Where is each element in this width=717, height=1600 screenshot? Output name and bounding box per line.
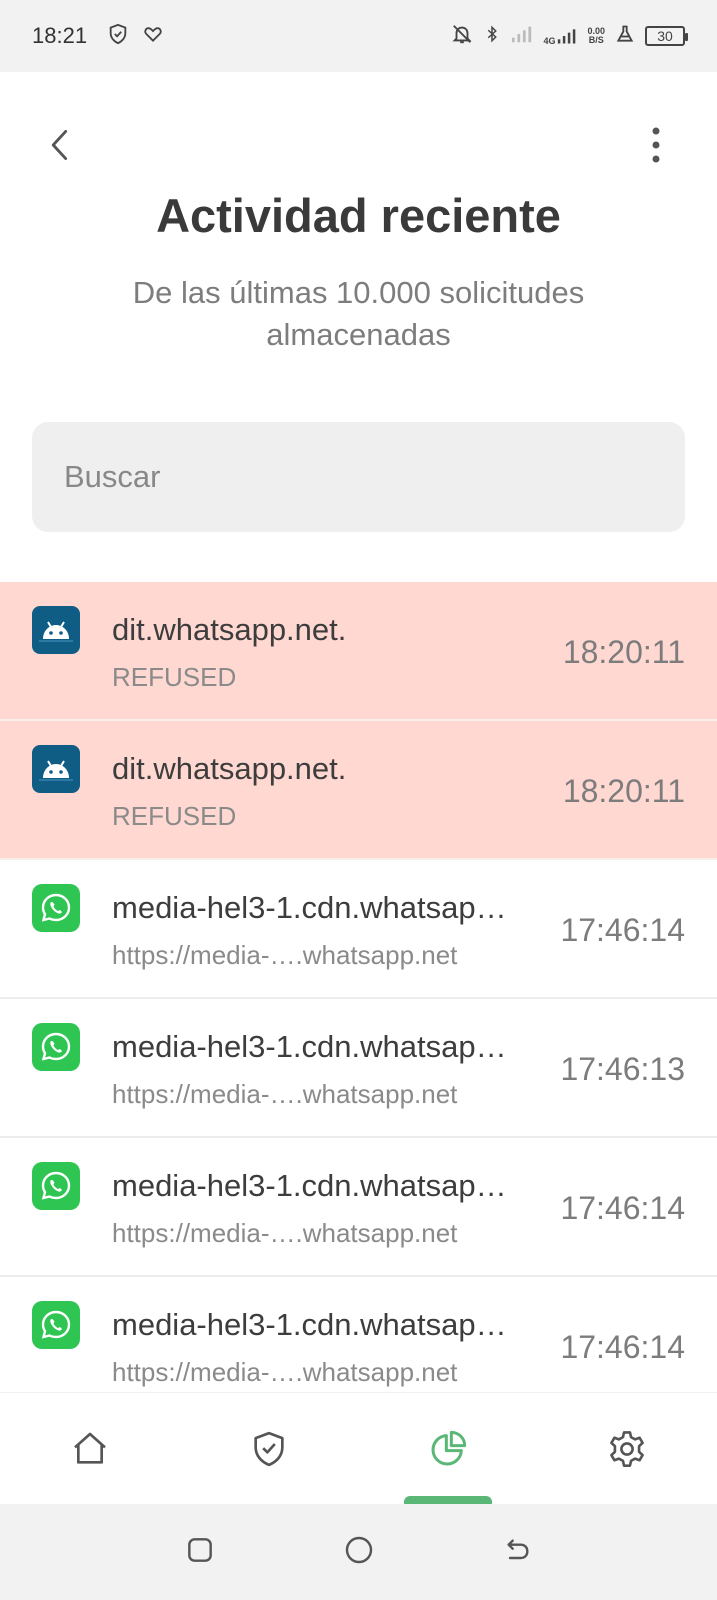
home-icon xyxy=(73,1432,106,1464)
request-url: https://media-….whatsapp.net xyxy=(112,1218,458,1248)
request-time: 18:20:11 xyxy=(562,773,685,809)
bell-off-icon xyxy=(451,23,473,50)
nav-home[interactable] xyxy=(0,1393,179,1504)
request-domain: dit.whatsapp.net. xyxy=(112,751,347,786)
activity-list: dit.whatsapp.net. REFUSED 18:20:11 dit.w… xyxy=(0,582,717,1392)
search-input[interactable] xyxy=(32,422,685,532)
android-icon xyxy=(32,606,80,654)
signal-empty-icon xyxy=(511,24,533,49)
network-speed: 0.00 B/S xyxy=(587,27,605,45)
back-button[interactable] xyxy=(40,125,80,165)
more-vertical-icon xyxy=(652,127,660,163)
list-item[interactable]: dit.whatsapp.net. REFUSED 18:20:11 xyxy=(0,721,717,860)
whatsapp-icon xyxy=(32,1301,80,1349)
nav-protection[interactable] xyxy=(179,1393,358,1504)
list-item[interactable]: media-hel3-1.cdn.whatsapp.net https://me… xyxy=(0,1138,717,1277)
network-type: 4G xyxy=(543,36,556,46)
square-icon xyxy=(187,1537,212,1562)
more-options-button[interactable] xyxy=(641,125,671,165)
home-system-button[interactable] xyxy=(343,1534,375,1571)
flask-icon xyxy=(615,24,635,49)
request-domain: media-hel3-1.cdn.whatsapp.net xyxy=(112,1168,522,1203)
back-arrow-icon xyxy=(506,1538,529,1559)
shield-check-icon xyxy=(254,1431,284,1466)
request-time: 18:20:11 xyxy=(562,634,685,670)
recent-apps-button[interactable] xyxy=(184,1534,216,1571)
status-bar: 18:21 4G 0.00 B/S 30 xyxy=(0,0,717,72)
android-icon xyxy=(32,745,80,793)
request-status: REFUSED xyxy=(112,801,237,831)
bottom-nav xyxy=(0,1392,717,1504)
request-domain: dit.whatsapp.net. xyxy=(112,612,347,647)
list-item[interactable]: media-hel3-1.cdn.whatsapp.net https://me… xyxy=(0,1277,717,1392)
request-domain: media-hel3-1.cdn.whatsapp.net xyxy=(112,1307,522,1342)
bluetooth-icon xyxy=(483,23,501,50)
request-time: 17:46:14 xyxy=(560,912,685,948)
signal-4g-icon: 4G xyxy=(543,26,577,46)
request-domain: media-hel3-1.cdn.whatsapp.net xyxy=(112,1029,522,1064)
request-url: https://media-….whatsapp.net xyxy=(112,1357,458,1387)
nav-activity[interactable] xyxy=(359,1393,538,1504)
request-domain: media-hel3-1.cdn.whatsapp.net xyxy=(112,890,522,925)
circle-icon xyxy=(345,1536,372,1563)
pie-chart-icon xyxy=(431,1430,467,1465)
request-time: 17:46:13 xyxy=(560,1051,685,1087)
status-time: 18:21 xyxy=(32,23,88,48)
nav-settings[interactable] xyxy=(538,1393,717,1504)
battery-icon: 30 xyxy=(645,26,688,46)
heart-status-icon xyxy=(143,24,163,49)
list-item[interactable]: media-hel3-1.cdn.whatsapp.net https://me… xyxy=(0,860,717,999)
list-item[interactable]: dit.whatsapp.net. REFUSED 18:20:11 xyxy=(0,582,717,721)
list-item[interactable]: media-hel3-1.cdn.whatsapp.net https://me… xyxy=(0,999,717,1138)
request-url: https://media-….whatsapp.net xyxy=(112,940,458,970)
gear-icon xyxy=(610,1430,645,1467)
shield-status-icon xyxy=(107,23,129,50)
top-actions xyxy=(0,120,717,170)
chevron-left-icon xyxy=(51,129,68,161)
active-tab-indicator xyxy=(404,1496,493,1504)
back-system-button[interactable] xyxy=(502,1534,534,1571)
network-speed-unit: B/S xyxy=(588,35,604,45)
request-time: 17:46:14 xyxy=(560,1190,685,1226)
request-url: https://media-….whatsapp.net xyxy=(112,1079,458,1109)
request-status: REFUSED xyxy=(112,662,237,692)
whatsapp-icon xyxy=(32,884,80,932)
system-nav-bar xyxy=(0,1504,717,1600)
page-subtitle: De las últimas 10.000 solicitudes almace… xyxy=(132,275,585,352)
whatsapp-icon xyxy=(32,1162,80,1210)
whatsapp-icon xyxy=(32,1023,80,1071)
page-title: Actividad reciente xyxy=(156,189,561,242)
request-time: 17:46:14 xyxy=(560,1329,685,1365)
